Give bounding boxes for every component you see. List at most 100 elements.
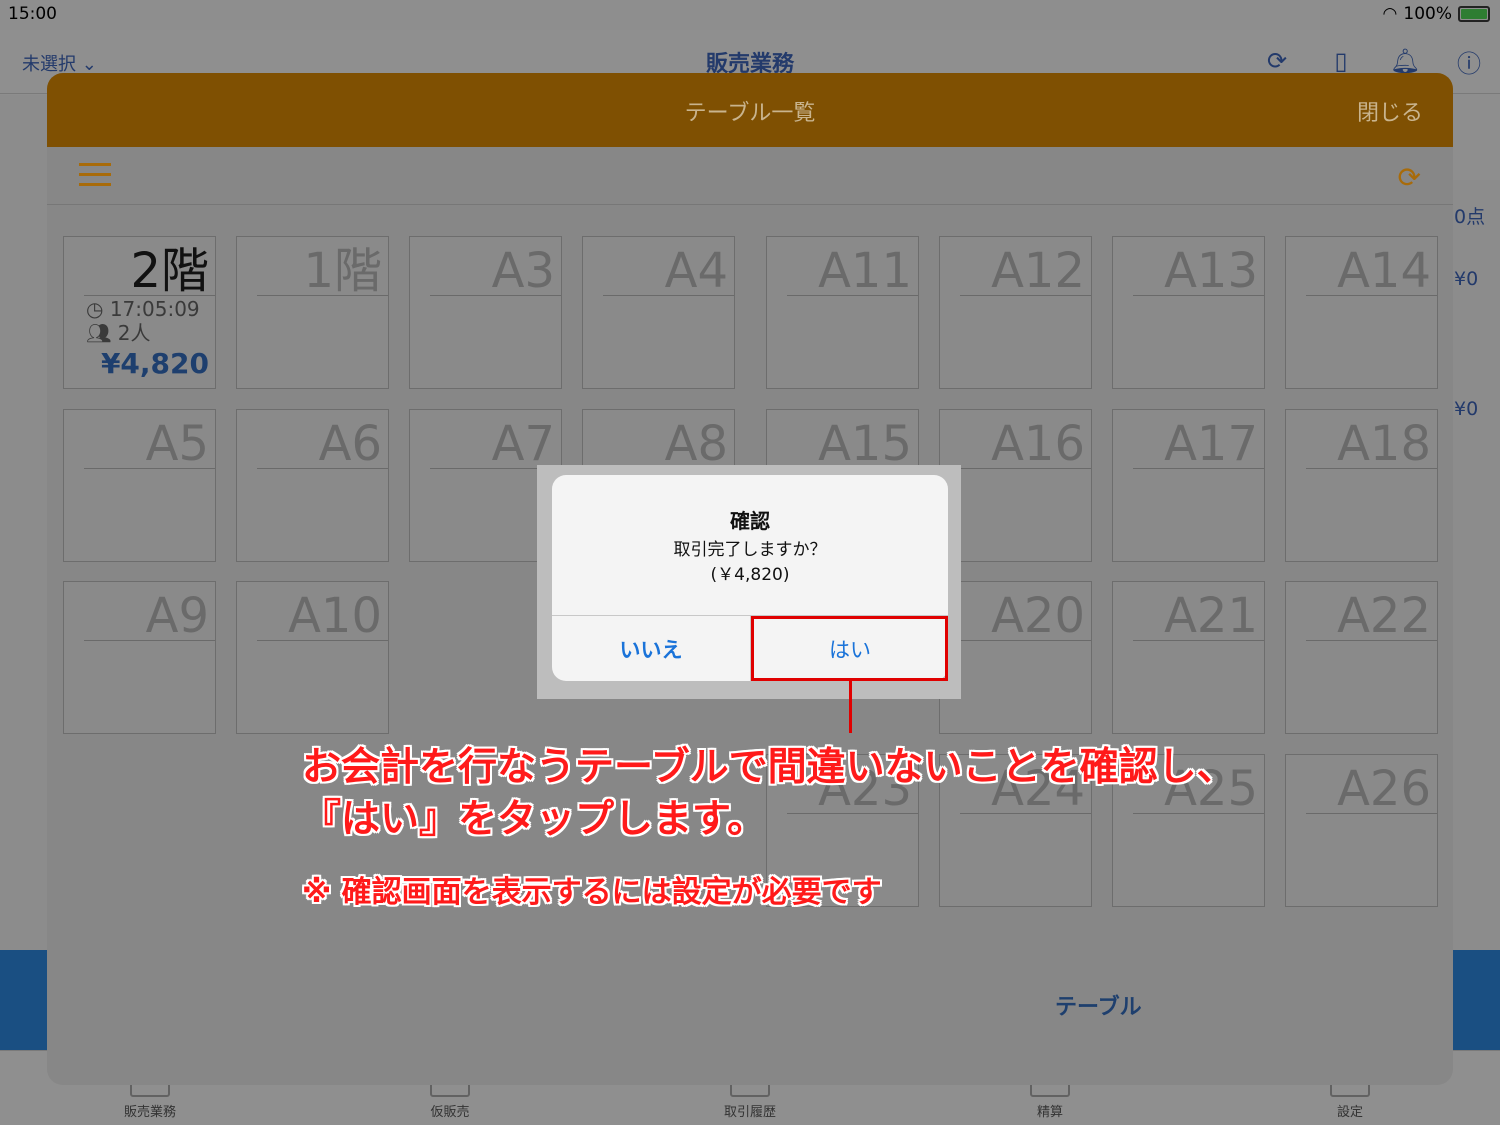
table-divider	[84, 640, 215, 641]
table-divider	[960, 295, 1091, 296]
table-name: A5	[145, 416, 209, 472]
table-name: A6	[318, 416, 382, 472]
table-divider	[960, 468, 1091, 469]
table-tile[interactable]: A3	[409, 236, 562, 389]
table-people: 2人	[117, 321, 151, 345]
table-divider	[1306, 468, 1437, 469]
table-name: A3	[491, 243, 555, 299]
status-right: ◠ 100%	[1383, 4, 1490, 24]
people-icon: 👥︎	[86, 321, 118, 345]
table-tile[interactable]: A16	[939, 409, 1092, 562]
table-tile[interactable]: A20	[939, 581, 1092, 734]
table-name: A22	[1337, 588, 1431, 644]
settings-note: ※ 確認画面を表示するには設定が必要です	[302, 875, 882, 910]
table-tile[interactable]: 1階	[236, 236, 389, 389]
table-divider	[1133, 295, 1264, 296]
dialog-amount: (￥4,820)	[710, 565, 790, 585]
table-tile[interactable]: A18	[1285, 409, 1438, 562]
table-name: A17	[1164, 416, 1258, 472]
sheet-toolbar: ⟳	[47, 147, 1453, 205]
table-name: A18	[1337, 416, 1431, 472]
table-tab-label[interactable]: テーブル	[1055, 989, 1142, 1021]
table-divider	[1306, 295, 1437, 296]
table-name: A11	[818, 243, 912, 299]
table-name: A4	[664, 243, 728, 299]
no-button[interactable]: いいえ	[552, 616, 750, 681]
table-tile[interactable]: A12	[939, 236, 1092, 389]
table-divider	[84, 468, 215, 469]
tab-settings[interactable]: 設定	[1290, 1079, 1410, 1120]
table-tile[interactable]: A22	[1285, 581, 1438, 734]
tab-settings-label: 設定	[1336, 1105, 1363, 1120]
table-divider	[603, 295, 734, 296]
table-tile[interactable]: A5	[63, 409, 216, 562]
sheet-header: テーブル一覧 閉じる	[47, 73, 1453, 147]
table-name: A21	[1164, 588, 1258, 644]
table-name: A12	[991, 243, 1085, 299]
table-time: 17:05:09	[109, 297, 200, 321]
yes-highlight-box	[751, 616, 948, 681]
table-divider	[257, 468, 388, 469]
tab-settlement[interactable]: 精算	[990, 1079, 1110, 1120]
instruction-text: お会計を行なうテーブルで間違いないことを確認し、 『はい』をタップします。	[302, 742, 1236, 846]
table-name: A26	[1337, 761, 1431, 817]
table-tile[interactable]: A4	[582, 236, 735, 389]
battery-percent: 100%	[1403, 4, 1452, 24]
table-name: A10	[288, 588, 382, 644]
tab-history[interactable]: 取引履歴	[690, 1079, 810, 1120]
battery-icon	[1458, 6, 1490, 22]
subtotal-value: ¥0	[1454, 268, 1479, 290]
table-divider	[787, 295, 918, 296]
wifi-icon: ◠	[1382, 4, 1398, 24]
table-tile[interactable]: A26	[1285, 754, 1438, 907]
status-bar: 15:00 ◠ 100%	[0, 0, 1500, 30]
table-tile[interactable]: A11	[766, 236, 919, 389]
table-divider	[1306, 640, 1437, 641]
tab-history-label: 取引履歴	[723, 1105, 776, 1120]
tab-sales[interactable]: 販売業務	[90, 1079, 210, 1120]
menu-icon[interactable]	[79, 161, 111, 189]
table-name: 1階	[303, 243, 382, 299]
table-tile[interactable]: A6	[236, 409, 389, 562]
table-amount: ¥4,820	[100, 347, 209, 380]
table-tile[interactable]: A17	[1112, 409, 1265, 562]
right-panel: 0点 ¥0 ¥0	[1450, 180, 1500, 950]
table-tile[interactable]: A13	[1112, 236, 1265, 389]
left-panel	[0, 95, 48, 950]
table-tile[interactable]: 2階 ◷ 17:05:09 👥︎ 2人 ¥4,820	[63, 236, 216, 389]
tab-provisional[interactable]: 仮販売	[390, 1079, 510, 1120]
callout-line	[849, 681, 852, 733]
dialog-title: 確認	[730, 509, 770, 533]
status-time: 15:00	[8, 4, 57, 24]
help-icon[interactable]: ⓘ	[1452, 44, 1486, 78]
dialog-message: 取引完了しますか？ (￥4,820)	[552, 538, 948, 588]
dialog-question: 取引完了しますか？	[673, 540, 827, 560]
table-divider	[1306, 813, 1437, 814]
instruction-line-1: お会計を行なうテーブルで間違いないことを確認し、	[302, 745, 1236, 790]
table-divider	[430, 295, 561, 296]
sheet-title: テーブル一覧	[684, 101, 816, 126]
table-divider	[84, 295, 215, 296]
table-tile[interactable]: A14	[1285, 236, 1438, 389]
close-button[interactable]: 閉じる	[1357, 95, 1423, 127]
tab-provisional-label: 仮販売	[430, 1105, 470, 1120]
table-divider	[257, 640, 388, 641]
table-tile[interactable]: A10	[236, 581, 389, 734]
instruction-line-2: 『はい』をタップします。	[302, 797, 767, 842]
clock-icon: ◷	[86, 297, 110, 321]
tab-sales-label: 販売業務	[123, 1105, 176, 1120]
table-name: A13	[1164, 243, 1258, 299]
table-divider	[1133, 640, 1264, 641]
item-count: 0点	[1454, 206, 1486, 228]
table-divider	[1133, 468, 1264, 469]
table-divider	[257, 295, 388, 296]
table-tile[interactable]: A21	[1112, 581, 1265, 734]
table-name: A14	[1337, 243, 1431, 299]
table-name: 2階	[130, 243, 209, 299]
table-divider	[960, 640, 1091, 641]
table-info: ◷ 17:05:09 👥︎ 2人	[86, 297, 200, 345]
table-tile[interactable]: A9	[63, 581, 216, 734]
table-name: A20	[991, 588, 1085, 644]
table-name: A9	[145, 588, 209, 644]
refresh-icon[interactable]: ⟳	[1398, 161, 1421, 194]
